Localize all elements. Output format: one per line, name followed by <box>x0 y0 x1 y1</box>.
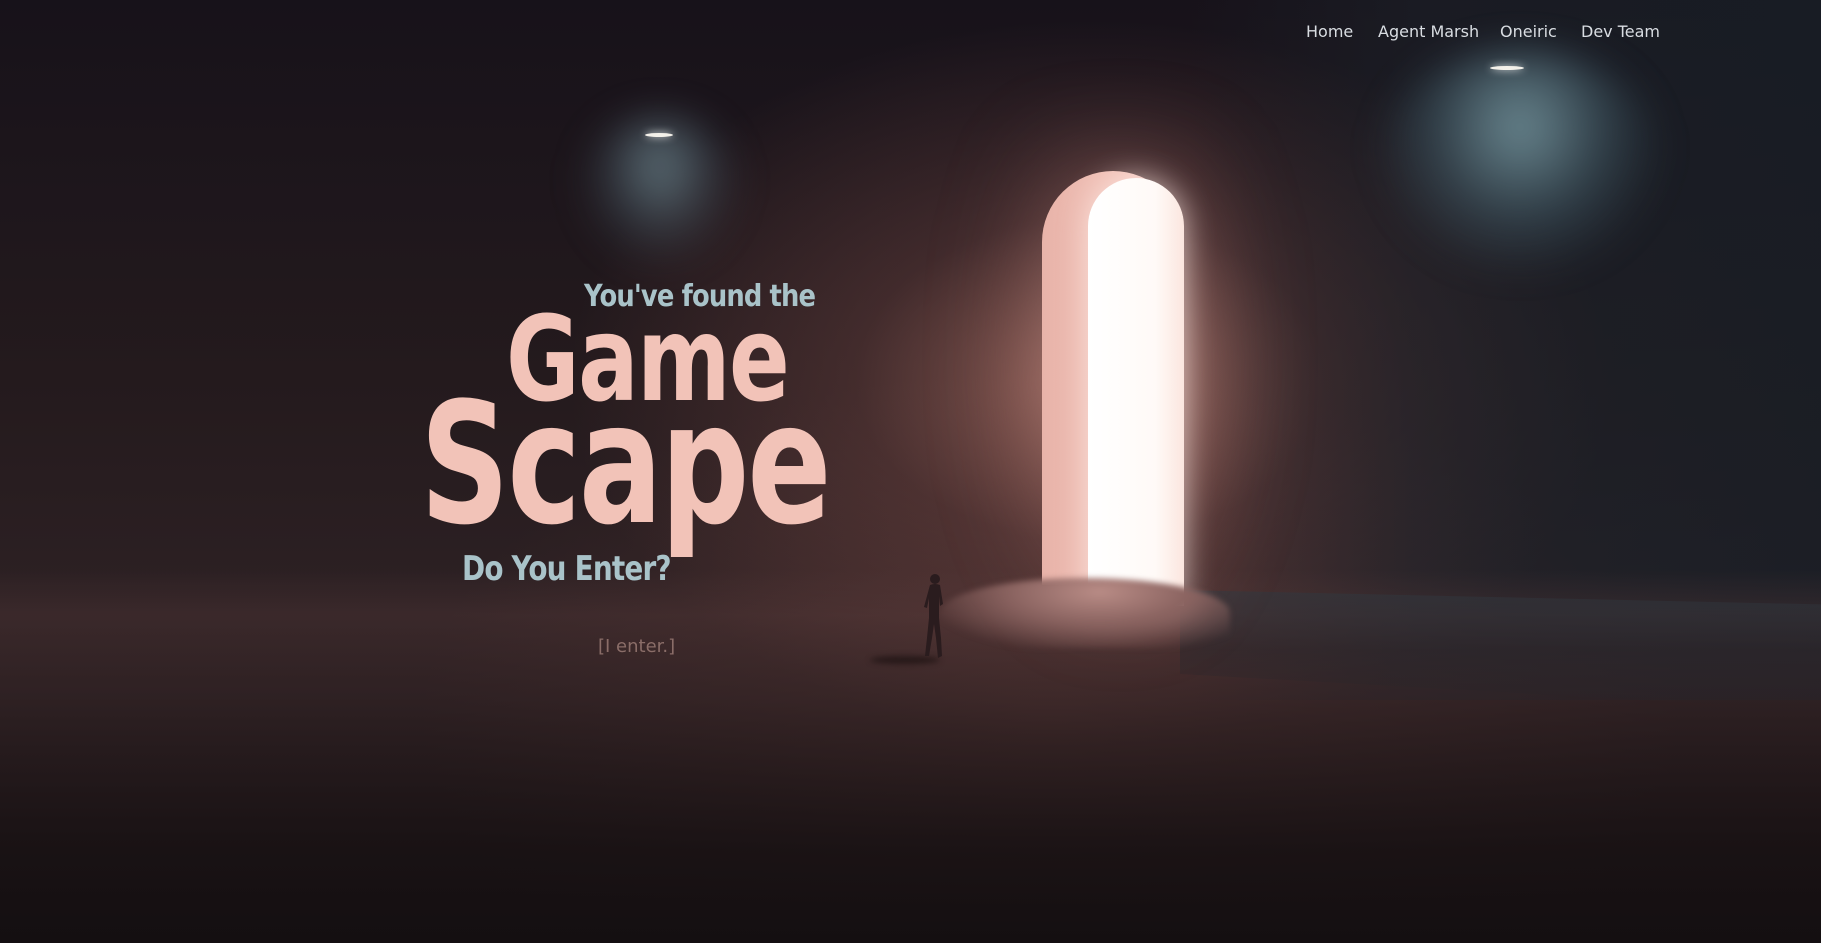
hero-scene: Home Agent Marsh Oneiric Dev Team You've… <box>0 0 1821 943</box>
nav-home-link[interactable]: Home <box>1306 22 1353 41</box>
nav-oneiric-link[interactable]: Oneiric <box>1500 22 1557 41</box>
hero-title-scape: Scape <box>420 366 832 562</box>
ceiling-lamp-left <box>645 133 673 137</box>
nav-agent-marsh-link[interactable]: Agent Marsh <box>1378 22 1479 41</box>
enter-link[interactable]: [I enter.] <box>598 636 675 657</box>
hero-question: Do You Enter? <box>462 549 672 589</box>
top-nav: Home Agent Marsh Oneiric Dev Team <box>0 22 1821 44</box>
arch-light <box>1088 178 1184 606</box>
walking-figure-icon <box>924 574 943 658</box>
ceiling-spotlight-right <box>1380 50 1660 270</box>
sand-mound <box>940 578 1230 648</box>
nav-dev-team-link[interactable]: Dev Team <box>1581 22 1660 41</box>
ceiling-spotlight-left <box>580 115 740 265</box>
ceiling-lamp-right <box>1490 66 1524 70</box>
